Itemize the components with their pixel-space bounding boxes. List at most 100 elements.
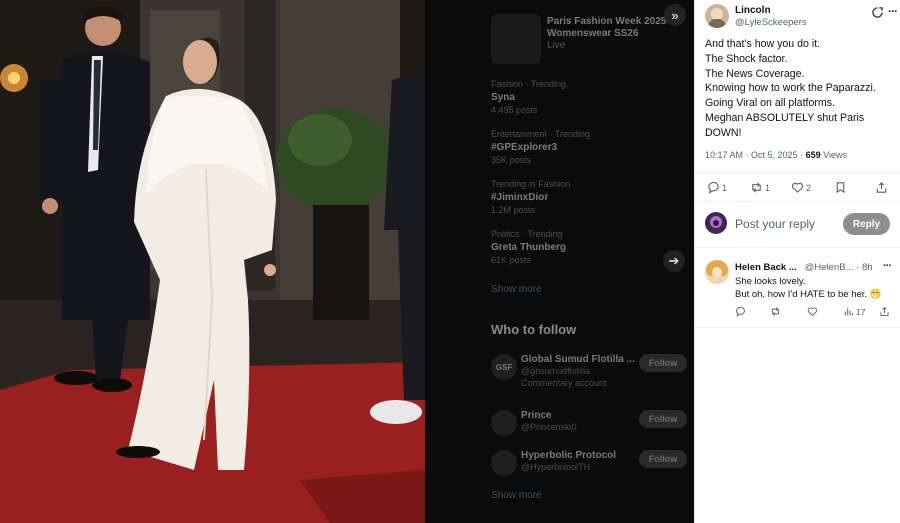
post-line: Meghan ABSOLUTELY shut Paris DOWN! [705,111,865,139]
reply-text: She looks lovely. But oh, how I'd HATE t… [735,275,895,301]
reply-icon [736,306,745,317]
heart-icon [807,307,818,317]
top-trend: Paris Fashion Week 2025 Womenswear SS26 … [547,16,677,52]
suggestion-handle: @gbsumudflotilla [521,366,591,376]
avatar[interactable] [705,260,729,284]
post-text: And that's how you do it. The Shock fact… [705,37,895,141]
views-count: 659 [805,150,821,160]
suggestion-extra: Commentary account [521,378,607,388]
grok-icon[interactable] [872,7,883,21]
follow-suggestion: GSF Global Sumud Flotilla ... @gbsumudfl… [491,354,691,394]
share-icon [876,182,887,193]
reply-compose: Reply [695,202,900,248]
suggestion-name: Hyperbolic Protocol [521,450,617,461]
trend-item: Politics · Trending Greta Thunberg 61K p… [491,228,671,267]
post-meta: 10:17 AM · Oct 5, 2025 · 659 Views [705,150,847,160]
trend-meta: Entertainment · Trending [491,129,591,139]
background-page: Paris Fashion Week 2025 Womenswear SS26 … [0,0,694,523]
like-action[interactable] [807,306,818,317]
reply-views-count: 17 [856,306,866,317]
more-dots-icon[interactable]: ··· [883,260,892,272]
avatar[interactable] [705,4,729,28]
woman-shoe [116,446,160,458]
trend-meta: Politics · Trending [491,229,563,239]
suggestion-name: Global Sumud Flotilla ... [521,354,635,365]
avatar [705,212,727,234]
post-action-bar: 1 1 2 [695,172,900,202]
man-arm [40,80,64,200]
reply-panel: Lincoln @LyleSckeepers ··· And that's ho… [694,0,900,523]
bookmark-action[interactable] [834,181,847,194]
reply-count: 1 [722,182,728,193]
right-figure-sneaker [370,400,422,424]
reply-button[interactable]: Reply [843,213,890,235]
share-action[interactable] [875,181,888,194]
show-more-link: Show more [491,284,542,295]
top-trend-extra: Live [547,40,566,51]
background-sidebar: Paris Fashion Week 2025 Womenswear SS26 … [425,0,694,523]
author-handle[interactable]: @LyleSckeepers [735,17,807,28]
follow-button: Follow [639,354,687,372]
plant-highlight [288,114,352,166]
share-action[interactable] [879,306,890,317]
suggestion-name: Prince [521,410,552,421]
reply-action[interactable]: 1 [707,181,727,194]
heart-icon [791,182,804,193]
reply-author-handle[interactable]: @HelenB... [805,262,854,273]
suggestion-avatar [491,410,517,436]
trend-meta: Trending in Fashion [491,179,571,189]
bookmark-icon [836,182,845,194]
post-photo[interactable] [0,0,425,523]
analytics-icon [844,308,853,316]
repost-action[interactable]: 1 [750,181,770,194]
suggestion-avatar [491,450,517,476]
man-shoe-left [54,371,98,385]
reply-line: But oh, how I'd HATE to be her. 😁 [735,289,882,300]
top-trend-subtitle: Womenswear SS26 [547,28,639,39]
views-label: Views [820,150,847,160]
trend-item: Entertainment · Trending #GPExplorer3 35… [491,128,671,167]
more-dots-icon[interactable]: ··· [888,4,898,18]
post-line: Going Viral on all platforms. [705,97,835,110]
trend-name: Greta Thunberg [491,242,567,253]
author-name[interactable]: Lincoln [735,5,771,16]
trend-name: #GPExplorer3 [491,142,558,153]
repost-icon [752,182,761,193]
repost-count: 1 [765,182,771,193]
reply-line: She looks lovely. [735,276,806,287]
suggestion-handle: @HyperboloolTH [521,462,591,472]
reply-icon [708,181,719,194]
double-chevron-right-icon[interactable]: » [664,4,686,26]
reply-time[interactable]: · 8h [854,262,872,273]
post-line: The Shock factor. [705,52,788,65]
suggestion-avatar: GSF [491,354,517,380]
trend-count: 61K posts [491,255,532,265]
post-timestamp[interactable]: 10:17 AM · Oct 5, 2025 · [705,150,806,160]
like-action[interactable]: 2 [791,181,811,194]
planter [313,205,369,320]
reply-author-name[interactable]: Helen Back ... [735,262,797,273]
man-hand [42,198,58,214]
follow-button: Follow [639,410,687,428]
post-line: And that's how you do it. [705,38,821,50]
post-header: Lincoln @LyleSckeepers ··· [705,4,898,30]
trend-thumbnail [491,14,541,64]
follow-suggestion: Prince @Princenski0 Follow [491,410,691,450]
who-to-follow-title: Who to follow [491,322,577,337]
trend-meta: Fashion · Trending [491,79,567,89]
post-line: The News Coverage. [705,67,805,80]
repost-action[interactable] [770,306,781,317]
man-shoe-right [92,378,132,392]
arrow-right-icon: ➔ [663,250,685,272]
reply-item[interactable]: Helen Back ... @HelenB... · 8h ··· She lo… [695,256,900,328]
reply-header: Helen Back ... @HelenB... · 8h [735,262,895,273]
trend-name: #JiminxDior [491,192,549,203]
reply-input[interactable] [735,216,835,232]
follow-suggestion: Hyperbolic Protocol @HyperboloolTH Follo… [491,450,691,490]
views-action[interactable]: 17 [843,306,865,317]
woman-face [183,40,217,84]
reply-action-bar: 17 [695,306,900,322]
like-count: 2 [806,182,812,193]
reply-action[interactable] [735,306,746,317]
woman-hand [264,264,276,276]
